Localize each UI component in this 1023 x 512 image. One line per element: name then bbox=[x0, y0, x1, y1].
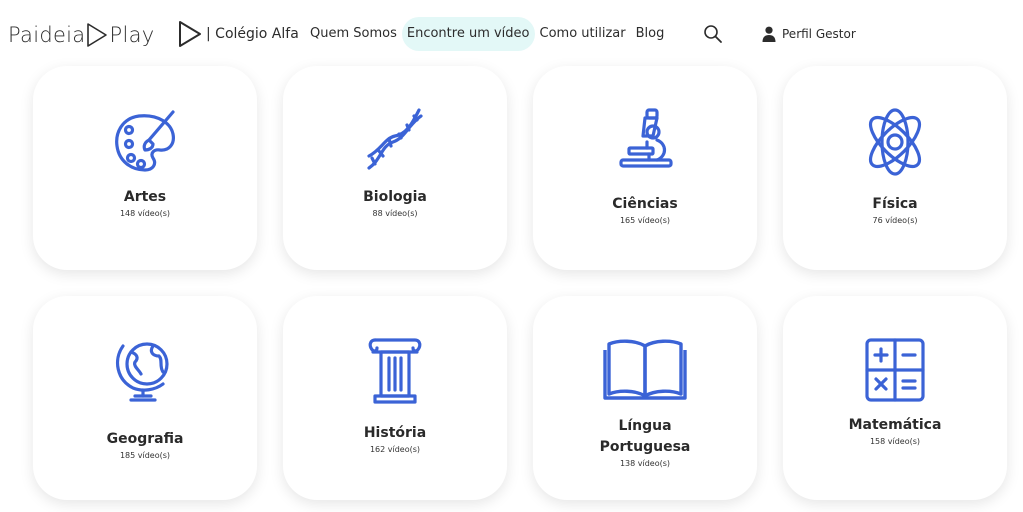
subject-title: Ciências bbox=[612, 196, 678, 212]
subject-card-historia[interactable]: História 162 vídeo(s) bbox=[283, 296, 507, 500]
school-play-icon bbox=[179, 21, 201, 47]
search-icon[interactable] bbox=[703, 24, 723, 44]
subject-card-matematica[interactable]: Matemática 158 vídeo(s) bbox=[783, 296, 1007, 500]
school-name: | Colégio Alfa bbox=[206, 26, 299, 42]
subject-card-ciencias[interactable]: Ciências 165 vídeo(s) bbox=[533, 66, 757, 270]
paideia-play-logo[interactable]: Paideia Play bbox=[8, 20, 154, 50]
logo-text-left: Paideia bbox=[8, 23, 86, 47]
palette-icon bbox=[115, 110, 175, 172]
microscope-icon bbox=[619, 108, 673, 168]
subject-card-geografia[interactable]: Geografia 185 vídeo(s) bbox=[33, 296, 257, 500]
subject-count: 165 vídeo(s) bbox=[619, 216, 671, 225]
subject-title-line2: Portuguesa bbox=[599, 439, 691, 455]
school-brand[interactable]: | Colégio Alfa bbox=[178, 20, 299, 48]
subject-count: 185 vídeo(s) bbox=[119, 451, 171, 460]
subject-title: Matemática bbox=[848, 417, 942, 433]
play-triangle-icon bbox=[87, 23, 108, 47]
nav-encontre-um-video[interactable]: Encontre um vídeo bbox=[401, 17, 535, 51]
subject-count: 76 vídeo(s) bbox=[872, 216, 918, 225]
subject-card-fisica[interactable]: Física 76 vídeo(s) bbox=[783, 66, 1007, 270]
top-navigation-bar: Paideia Play | Colégio Alfa Quem Somos E… bbox=[0, 0, 1023, 70]
nav-blog[interactable]: Blog bbox=[631, 17, 670, 51]
atom-icon bbox=[868, 108, 922, 176]
logo-text-right: Play bbox=[109, 23, 155, 47]
globe-icon bbox=[115, 342, 169, 402]
profile-menu[interactable]: Perfil Gestor bbox=[762, 24, 856, 44]
subject-title: Geografia bbox=[106, 431, 184, 447]
nav-como-utilizar[interactable]: Como utilizar bbox=[535, 17, 631, 51]
profile-label: Perfil Gestor bbox=[782, 27, 856, 41]
user-icon bbox=[762, 26, 776, 42]
dna-icon bbox=[367, 108, 423, 170]
main-nav: Quem Somos Encontre um vídeo Como utiliz… bbox=[305, 17, 669, 51]
subject-title: História bbox=[363, 425, 427, 441]
subject-card-artes[interactable]: Artes 148 vídeo(s) bbox=[33, 66, 257, 270]
subject-card-biologia[interactable]: Biologia 88 vídeo(s) bbox=[283, 66, 507, 270]
subject-title: Artes bbox=[123, 189, 167, 205]
subject-count: 138 vídeo(s) bbox=[619, 459, 671, 468]
subject-title: Física bbox=[872, 196, 918, 212]
subject-title: Biologia bbox=[363, 189, 427, 205]
nav-quem-somos[interactable]: Quem Somos bbox=[305, 17, 402, 51]
column-icon bbox=[368, 338, 422, 404]
book-icon bbox=[603, 339, 687, 400]
subject-count: 88 vídeo(s) bbox=[372, 209, 418, 218]
subject-count: 162 vídeo(s) bbox=[369, 445, 421, 454]
subject-title-line1: Língua bbox=[618, 418, 672, 434]
subject-count: 158 vídeo(s) bbox=[869, 437, 921, 446]
subject-count: 148 vídeo(s) bbox=[119, 209, 171, 218]
calculator-icon bbox=[865, 338, 925, 402]
subject-card-lingua-portuguesa[interactable]: Língua Portuguesa 138 vídeo(s) bbox=[533, 296, 757, 500]
